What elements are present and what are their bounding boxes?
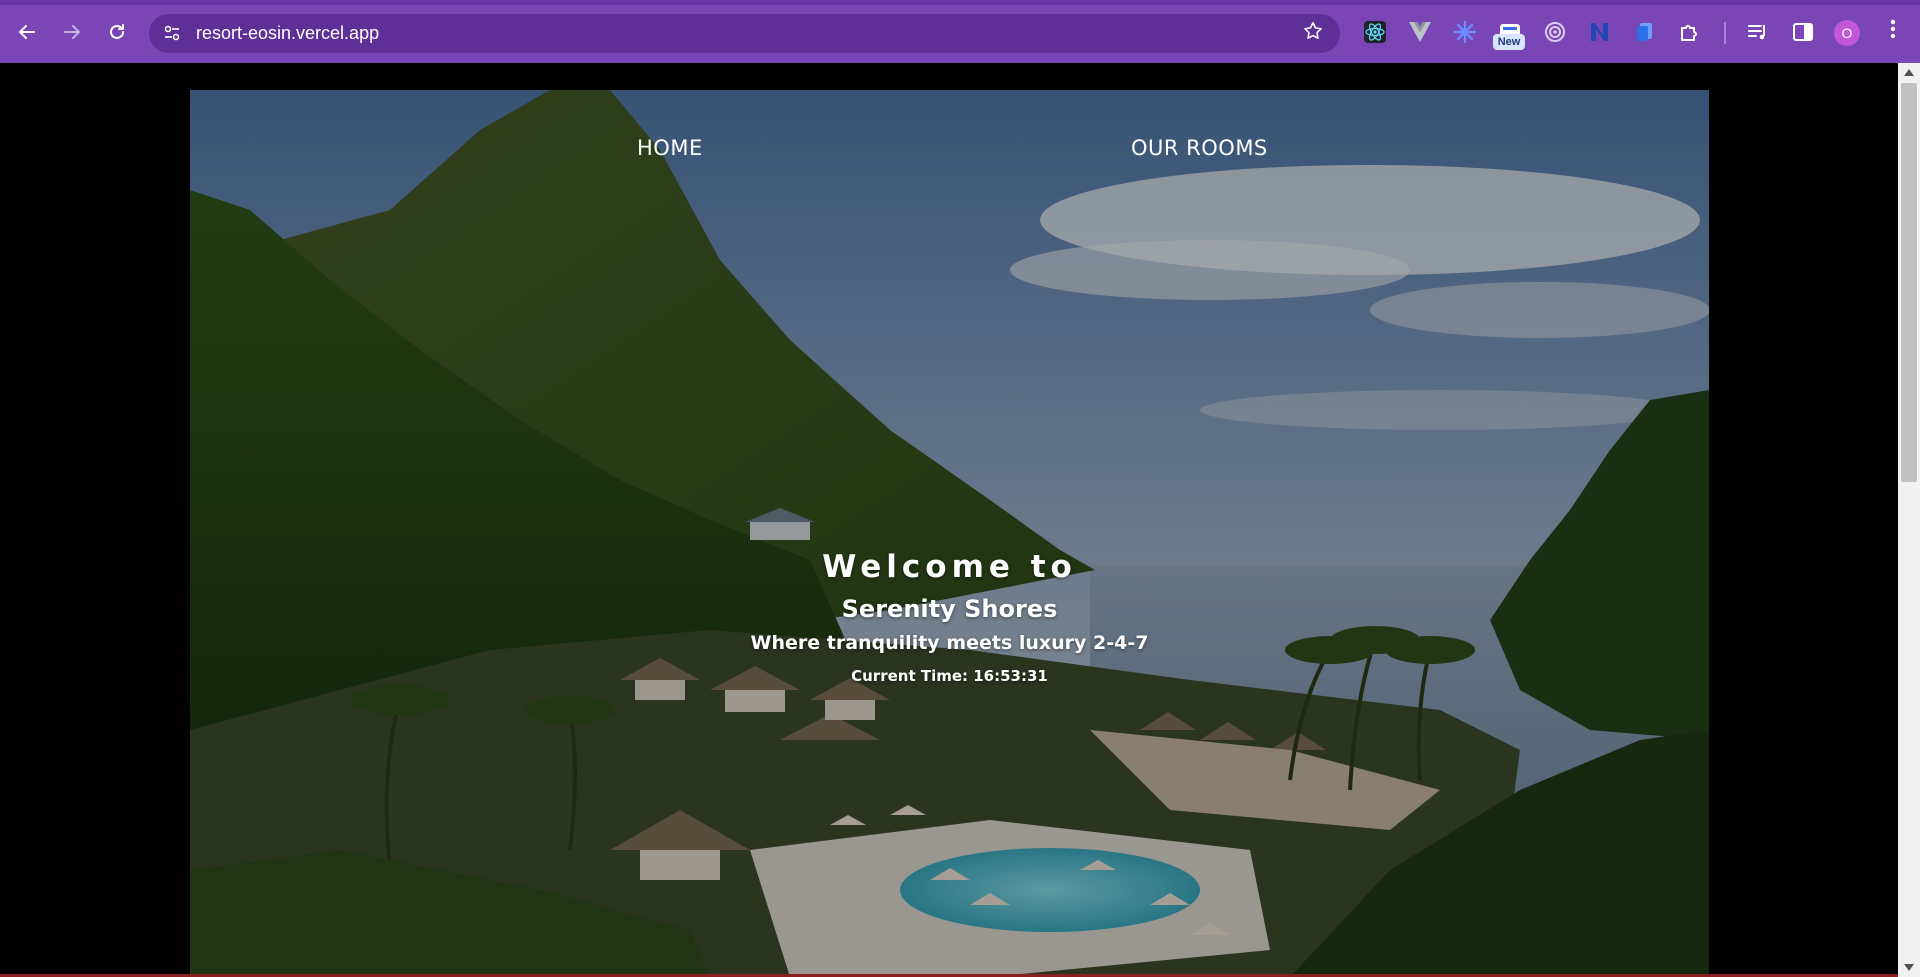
address-bar[interactable]: resort-eosin.vercel.app <box>149 14 1340 53</box>
profile-avatar[interactable]: O <box>1834 20 1860 46</box>
hero-section: HOME OUR ROOMS Welcome to Serenity Shore… <box>190 90 1709 977</box>
media-controls-icon[interactable] <box>1743 17 1773 47</box>
reload-icon <box>110 24 124 39</box>
star-icon <box>1304 21 1322 40</box>
page-viewport: HOME OUR ROOMS Welcome to Serenity Shore… <box>0 63 1920 977</box>
url-text[interactable]: resort-eosin.vercel.app <box>196 23 379 44</box>
vue-devtools-icon[interactable] <box>1405 17 1435 47</box>
forward-button[interactable] <box>57 17 87 47</box>
scroll-up-arrow-icon[interactable] <box>1904 69 1914 76</box>
react-devtools-icon[interactable] <box>1360 17 1390 47</box>
site-settings-icon[interactable] <box>163 24 181 42</box>
toolbar-divider <box>1724 22 1726 44</box>
browser-toolbar: resort-eosin.vercel.app New O <box>0 0 1920 63</box>
scroll-down-arrow-icon[interactable] <box>1904 964 1914 971</box>
nav-link-our-rooms[interactable]: OUR ROOMS <box>1131 136 1268 160</box>
arrow-right-icon <box>64 25 80 39</box>
back-button[interactable] <box>12 17 42 47</box>
tab-strip-edge <box>0 0 1920 5</box>
page-scrollbar[interactable] <box>1898 63 1920 977</box>
bookmark-button[interactable] <box>1300 20 1326 46</box>
nav-link-home[interactable]: HOME <box>637 136 703 160</box>
more-vertical-icon <box>1890 19 1896 39</box>
hero-resort-name: Serenity Shores <box>841 595 1058 623</box>
scrollbar-thumb[interactable] <box>1901 83 1917 482</box>
puzzle-extensions-icon[interactable] <box>1675 17 1705 47</box>
new-badge: New <box>1493 34 1525 50</box>
side-panel-icon[interactable] <box>1788 17 1818 47</box>
hero-welcome-heading: Welcome to <box>822 549 1077 585</box>
target-extension-icon[interactable] <box>1540 17 1570 47</box>
sparkle-extension-icon[interactable] <box>1450 17 1480 47</box>
arrow-left-icon <box>19 25 35 39</box>
n-extension-icon[interactable] <box>1585 17 1615 47</box>
current-time: Current Time: 16:53:31 <box>851 667 1048 685</box>
copy-extension-icon[interactable] <box>1630 17 1660 47</box>
hero-overlay <box>190 90 1709 977</box>
hero-tagline: Where tranquility meets luxury 2-4-7 <box>750 632 1149 654</box>
browser-menu-button[interactable] <box>1878 17 1908 47</box>
reload-button[interactable] <box>102 17 132 47</box>
